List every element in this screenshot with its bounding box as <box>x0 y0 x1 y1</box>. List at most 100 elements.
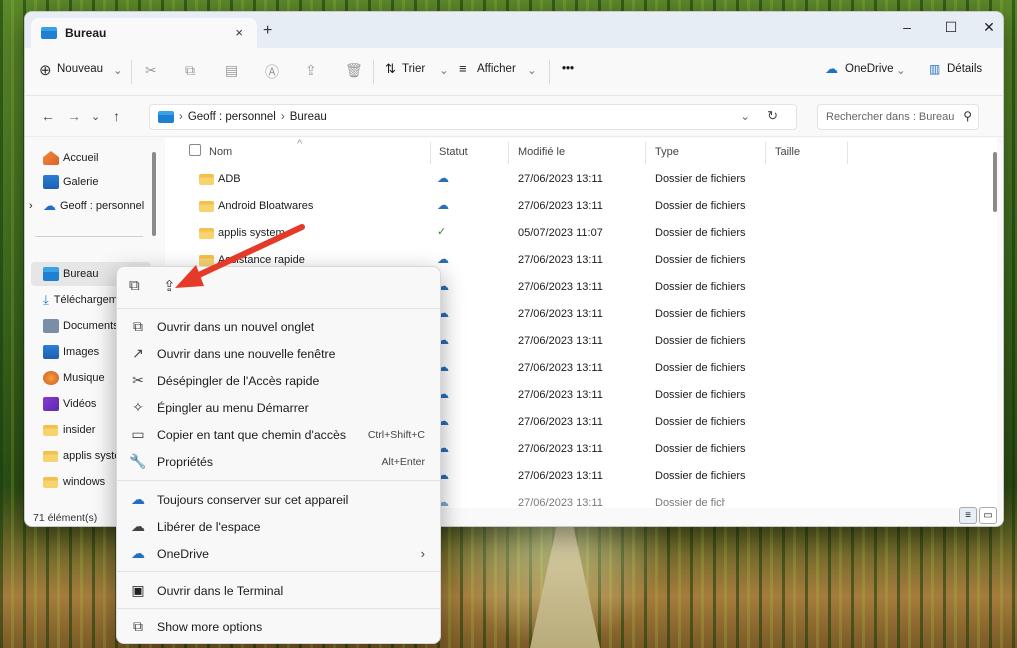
share-icon[interactable]: ⇪ <box>305 62 317 79</box>
cloud-status-icon: ☁ <box>437 171 449 185</box>
file-type: Dossier de fichiers <box>655 443 746 455</box>
expand-chevron-icon[interactable]: › <box>29 200 33 212</box>
column-divider[interactable] <box>430 142 431 164</box>
sort-button[interactable]: Trier <box>402 63 425 75</box>
onedrive-button[interactable]: OneDrive <box>845 63 894 75</box>
file-type: Dossier de fichiers <box>655 389 746 401</box>
minimize-button[interactable]: – <box>887 16 927 40</box>
sort-ascending-icon: ^ <box>297 138 303 150</box>
file-list-scrollbar[interactable] <box>993 152 997 212</box>
up-arrow-icon[interactable]: ↑ <box>113 108 120 124</box>
menu-item-pin-start[interactable]: ✧ Épingler au menu Démarrer <box>123 394 435 421</box>
copy-icon[interactable]: ⧉ <box>129 277 140 294</box>
address-bar-row: ← → ⌄ ↑ › Geoff : personnel › Bureau ⌄ ↻… <box>25 97 1003 137</box>
back-arrow-icon[interactable]: ← <box>41 108 55 124</box>
menu-item-copy-path[interactable]: ▭ Copier en tant que chemin d'accès Ctrl+S… <box>123 421 435 448</box>
column-header-status[interactable]: Statut <box>439 146 468 158</box>
file-date: 27/06/2023 13:11 <box>518 281 603 293</box>
forward-arrow-icon[interactable]: → <box>67 108 81 124</box>
tiles-view-button[interactable]: ▭ <box>979 507 997 524</box>
address-path[interactable]: › Geoff : personnel › Bureau ⌄ ↻ <box>149 104 797 130</box>
column-divider[interactable] <box>765 142 766 164</box>
file-date: 27/06/2023 13:11 <box>518 308 603 320</box>
share-icon[interactable]: ⇪ <box>163 277 176 295</box>
table-row[interactable]: ADB ☁ 27/06/2023 13:11 Dossier de fichiers <box>165 166 745 193</box>
column-header-modified[interactable]: Modifié le <box>518 146 565 158</box>
file-type: Dossier de fichiers <box>655 362 746 374</box>
videos-icon <box>43 397 59 411</box>
file-date: 27/06/2023 13:11 <box>518 416 603 428</box>
new-tab-button[interactable]: + <box>263 22 272 40</box>
copy-icon[interactable]: ⧉ <box>185 62 195 79</box>
sidebar-scrollbar[interactable] <box>152 152 156 236</box>
delete-icon[interactable]: 🗑 <box>345 62 363 79</box>
menu-item-unpin-quick-access[interactable]: ✂ Désépingler de l'Accès rapide <box>123 367 435 394</box>
file-date: 05/07/2023 11:07 <box>518 227 603 239</box>
menu-item-onedrive[interactable]: ☁ OneDrive › <box>123 540 435 567</box>
desktop-folder-icon <box>158 111 174 123</box>
more-options-icon: ⧉ <box>133 618 143 634</box>
sidebar-item-galerie[interactable]: Galerie <box>43 170 155 194</box>
file-date: 27/06/2023 13:11 <box>518 389 603 401</box>
details-button[interactable]: Détails <box>947 63 982 75</box>
menu-item-show-more-options[interactable]: ⧉ Show more options <box>123 613 435 640</box>
search-placeholder: Rechercher dans : Bureau <box>826 111 955 123</box>
column-header-size[interactable]: Taille <box>775 146 800 158</box>
file-date: 27/06/2023 13:11 <box>518 254 603 266</box>
table-row[interactable]: applis system ✓ 05/07/2023 11:07 Dossier de… <box>165 220 745 247</box>
menu-item-always-keep[interactable]: ☁ Toujours conserver sur cet appareil <box>123 486 435 513</box>
sort-caret-icon: ⌄ <box>439 65 449 77</box>
view-button[interactable]: Afficher <box>477 63 516 75</box>
cut-icon[interactable]: ✂ <box>145 62 157 79</box>
new-button[interactable]: Nouveau <box>57 63 103 75</box>
path-segment-bureau[interactable]: Bureau <box>290 111 327 123</box>
folder-icon <box>199 228 214 239</box>
submenu-chevron-icon: › <box>420 546 425 561</box>
maximize-button[interactable]: ☐ <box>931 16 971 40</box>
tab-close-icon[interactable]: × <box>235 25 243 40</box>
column-header-name[interactable]: Nom <box>209 146 232 158</box>
column-header-type[interactable]: Type <box>655 146 679 158</box>
column-divider[interactable] <box>645 142 646 164</box>
menu-item-properties[interactable]: 🔧 Propriétés Alt+Enter <box>123 448 435 475</box>
close-window-button[interactable]: ✕ <box>969 16 1003 40</box>
refresh-icon[interactable]: ↻ <box>767 108 778 124</box>
context-menu: ⧉ ⇪ ⧉ Ouvrir dans un nouvel onglet ↗ Ouvri… <box>116 266 441 644</box>
column-divider[interactable] <box>847 142 848 164</box>
cloud-keep-icon: ☁ <box>131 491 145 507</box>
download-icon: ⤓ <box>43 292 49 307</box>
search-input[interactable]: Rechercher dans : Bureau ⚲ <box>817 104 979 130</box>
folder-icon <box>199 174 214 185</box>
details-view-button[interactable]: ≡ <box>959 507 977 524</box>
menu-item-open-terminal[interactable]: ▣ Ouvrir dans le Terminal <box>123 577 435 604</box>
new-caret-icon: ⌄ <box>113 65 123 77</box>
divider <box>131 60 132 84</box>
table-row[interactable]: Android Bloatwares ☁ 27/06/2023 13:11 Dossi… <box>165 193 745 220</box>
recent-locations-icon[interactable]: ⌄ <box>91 110 100 123</box>
file-date: 27/06/2023 13:11 <box>518 173 603 185</box>
sidebar-item-onedrive-personnel[interactable]: ☁ Geoff : personnel <box>43 194 155 218</box>
file-date: 27/06/2023 13:11 <box>518 470 603 482</box>
file-type: Dossier de fichiers <box>655 227 746 239</box>
menu-item-open-new-window[interactable]: ↗ Ouvrir dans une nouvelle fenêtre <box>123 340 435 367</box>
path-segment-personnel[interactable]: Geoff : personnel <box>188 111 276 123</box>
file-type: Dossier de fichiers <box>655 335 746 347</box>
tab-bureau[interactable]: Bureau × <box>31 18 257 48</box>
select-all-checkbox[interactable] <box>189 144 201 156</box>
address-dropdown-icon[interactable]: ⌄ <box>740 109 750 123</box>
menu-divider <box>117 480 440 481</box>
gallery-icon <box>43 175 59 189</box>
file-name: ADB <box>218 173 241 185</box>
rename-icon[interactable]: Ⓐ <box>265 62 279 82</box>
new-tab-icon: ⧉ <box>133 318 143 334</box>
path-separator: › <box>179 111 183 123</box>
menu-item-open-new-tab[interactable]: ⧉ Ouvrir dans un nouvel onglet <box>123 313 435 340</box>
pin-icon: ✧ <box>132 399 144 415</box>
menu-item-free-space[interactable]: ☁ Libérer de l'espace <box>123 513 435 540</box>
sidebar-item-accueil[interactable]: Accueil <box>43 146 155 170</box>
column-divider[interactable] <box>508 142 509 164</box>
more-options-button[interactable]: ••• <box>562 63 574 75</box>
desktop-folder-icon <box>41 27 57 39</box>
paste-icon[interactable]: ▤ <box>225 62 238 79</box>
menu-divider <box>117 308 440 309</box>
